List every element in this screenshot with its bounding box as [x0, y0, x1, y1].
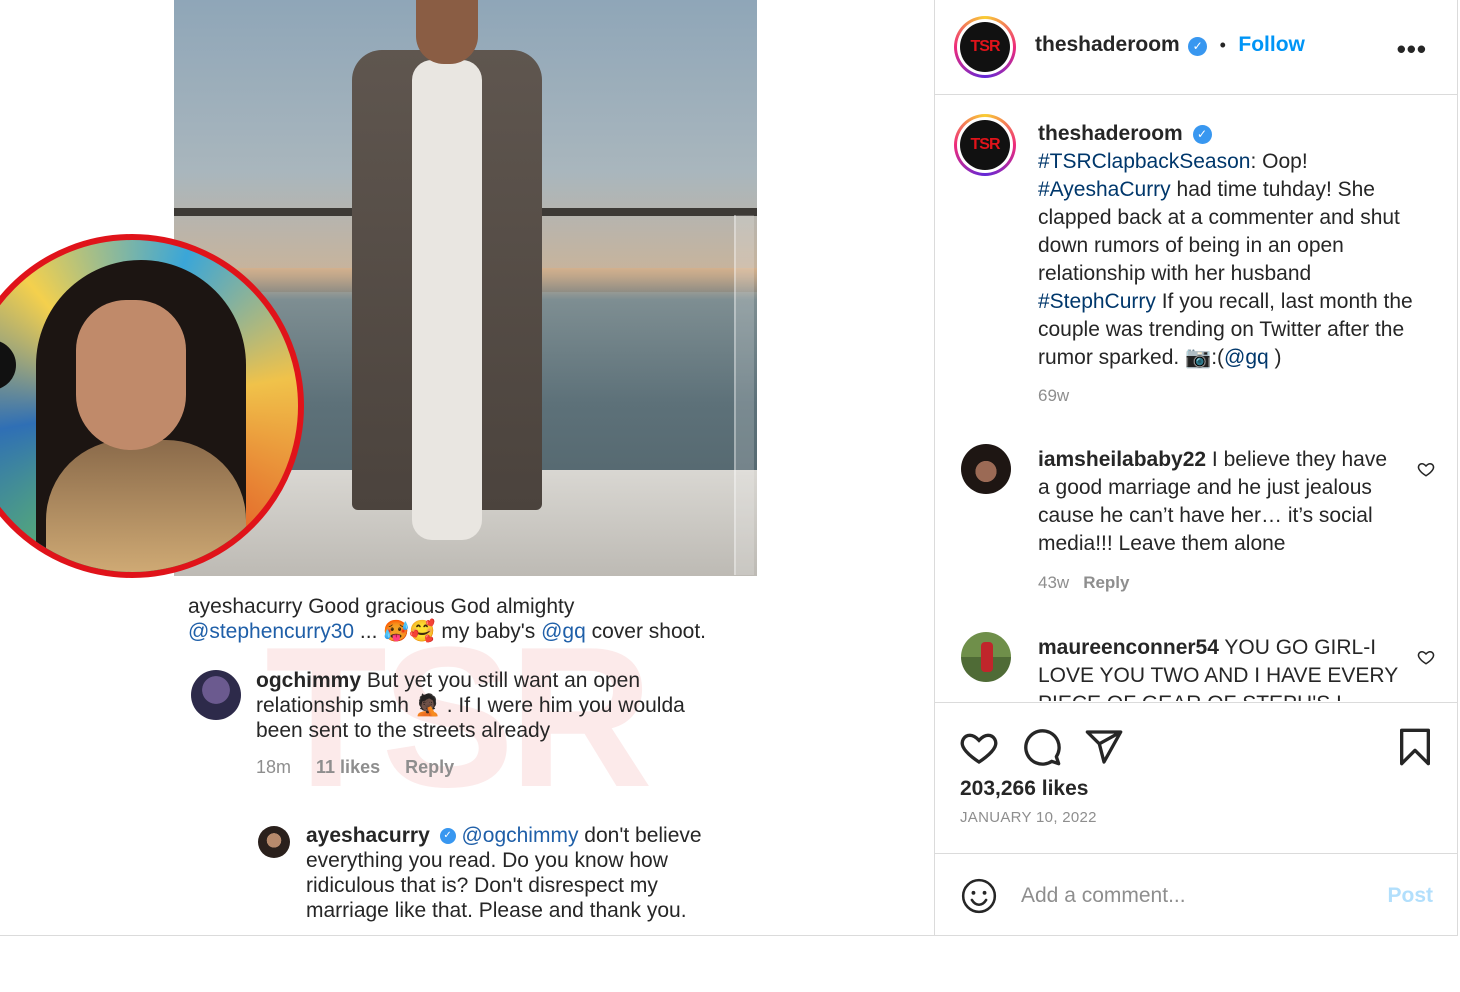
comment-heart-icon[interactable]: [1417, 648, 1435, 666]
portrait-record-decor: [0, 340, 16, 390]
comment-time: 43w: [1038, 573, 1070, 592]
comment-text: maureenconner54 YOU GO GIRL-I LOVE YOU T…: [1038, 634, 1398, 701]
caption-author-avatar[interactable]: TSR: [954, 114, 1016, 176]
shot-reply2: ayeshacurry ✓ @ogchimmy don't believe ev…: [306, 823, 746, 923]
comment-composer: Post: [935, 855, 1457, 936]
shot-caption-mention: @stephencurry30: [188, 620, 355, 643]
post-media[interactable]: TSR ayeshacurry Good gracious God almigh…: [0, 0, 934, 936]
shot-caption-user: ayeshacurry: [188, 595, 303, 618]
header-author-row: theshaderoom ✓ • Follow: [1035, 33, 1305, 57]
caption-hashtag-1[interactable]: #TSRClapbackSeason: [1038, 150, 1250, 173]
caption-hashtag-3[interactable]: #StephCurry: [1038, 290, 1156, 313]
photo-figure-head: [416, 0, 478, 64]
commenter-avatar[interactable]: [961, 632, 1011, 682]
shot-reply1-user: ogchimmy: [256, 669, 362, 692]
verified-icon: ✓: [439, 828, 456, 845]
post-header: TSR theshaderoom ✓ • Follow •••: [935, 0, 1457, 95]
shot-reply2-mention: @ogchimmy: [461, 824, 579, 847]
comment-username[interactable]: maureenconner54: [1038, 636, 1219, 659]
more-icon[interactable]: •••: [1397, 34, 1427, 65]
portrait-outfit: [46, 440, 246, 572]
shot-reply1-meta: 18m 11 likes Reply: [256, 757, 474, 778]
likes-count[interactable]: 203,266 likes: [960, 777, 1088, 801]
tsr-logo: TSR: [960, 22, 1010, 72]
portrait-face: [76, 300, 186, 450]
caption-text-1: : Oop!: [1250, 150, 1308, 173]
caption-mention[interactable]: @gq: [1224, 346, 1269, 369]
author-avatar[interactable]: TSR: [954, 16, 1016, 78]
tsr-logo: TSR: [960, 120, 1010, 170]
emoji-icon[interactable]: [960, 877, 998, 915]
shot-caption-text3: cover shoot.: [585, 620, 707, 643]
caption-author[interactable]: theshaderoom: [1038, 122, 1183, 145]
comment-username[interactable]: iamsheilababy22: [1038, 448, 1206, 471]
post-actions: 203,266 likes JANUARY 10, 2022: [935, 702, 1457, 854]
shot-reply1-likes: 11 likes: [316, 757, 381, 777]
photo-figure-body: [412, 60, 482, 540]
post-sidebar: TSR theshaderoom ✓ • Follow ••• TSR thes…: [934, 0, 1458, 936]
shot-caption-text2: ... 🥵🥰 my baby's: [354, 620, 542, 643]
verified-icon: ✓: [1188, 37, 1208, 57]
comment-text: iamsheilababy22 I believe they have a go…: [1038, 446, 1398, 558]
caption-timestamp: 69w: [1038, 386, 1070, 405]
post-caption: theshaderoom ✓ #TSRClapbackSeason: Oop! …: [1038, 120, 1428, 372]
comment-meta: 43w Reply: [1038, 573, 1129, 593]
comment-heart-icon[interactable]: [1417, 460, 1435, 478]
shot-caption-mention2: @gq: [541, 620, 586, 643]
photo-glass-panel: [734, 215, 754, 575]
caption-hashtag-2[interactable]: #AyeshaCurry: [1038, 178, 1171, 201]
ayeshacurry-avatar: [258, 826, 290, 858]
shot-reply1-reply: Reply: [405, 757, 455, 777]
comment-icon[interactable]: [1022, 727, 1062, 767]
shot-reply1: ogchimmy But yet you still want an open …: [256, 668, 736, 743]
follow-button[interactable]: Follow: [1238, 33, 1305, 56]
reply-button[interactable]: Reply: [1083, 573, 1129, 592]
author-username[interactable]: theshaderoom: [1035, 33, 1180, 56]
shot-reply2-user: ayeshacurry: [306, 824, 430, 847]
comment-input[interactable]: [1021, 877, 1361, 915]
shot-caption: ayeshacurry Good gracious God almighty @…: [188, 594, 768, 644]
ogchimmy-avatar: [191, 670, 241, 720]
share-icon[interactable]: [1084, 727, 1124, 767]
post-date: JANUARY 10, 2022: [960, 809, 1097, 826]
comments-list[interactable]: TSR theshaderoom ✓ #TSRClapbackSeason: O…: [935, 96, 1457, 701]
bookmark-icon[interactable]: [1395, 727, 1435, 767]
caption-text-4: ): [1268, 346, 1282, 369]
shot-caption-text: Good gracious God almighty: [302, 595, 575, 618]
heart-icon[interactable]: [959, 727, 999, 767]
header-separator: •: [1219, 35, 1226, 55]
shot-reply1-time: 18m: [256, 757, 292, 777]
post-comment-button[interactable]: Post: [1387, 884, 1433, 908]
commenter-avatar[interactable]: [961, 444, 1011, 494]
verified-icon: ✓: [1192, 124, 1212, 144]
instagram-post-view: TSR ayeshacurry Good gracious God almigh…: [0, 0, 1460, 992]
